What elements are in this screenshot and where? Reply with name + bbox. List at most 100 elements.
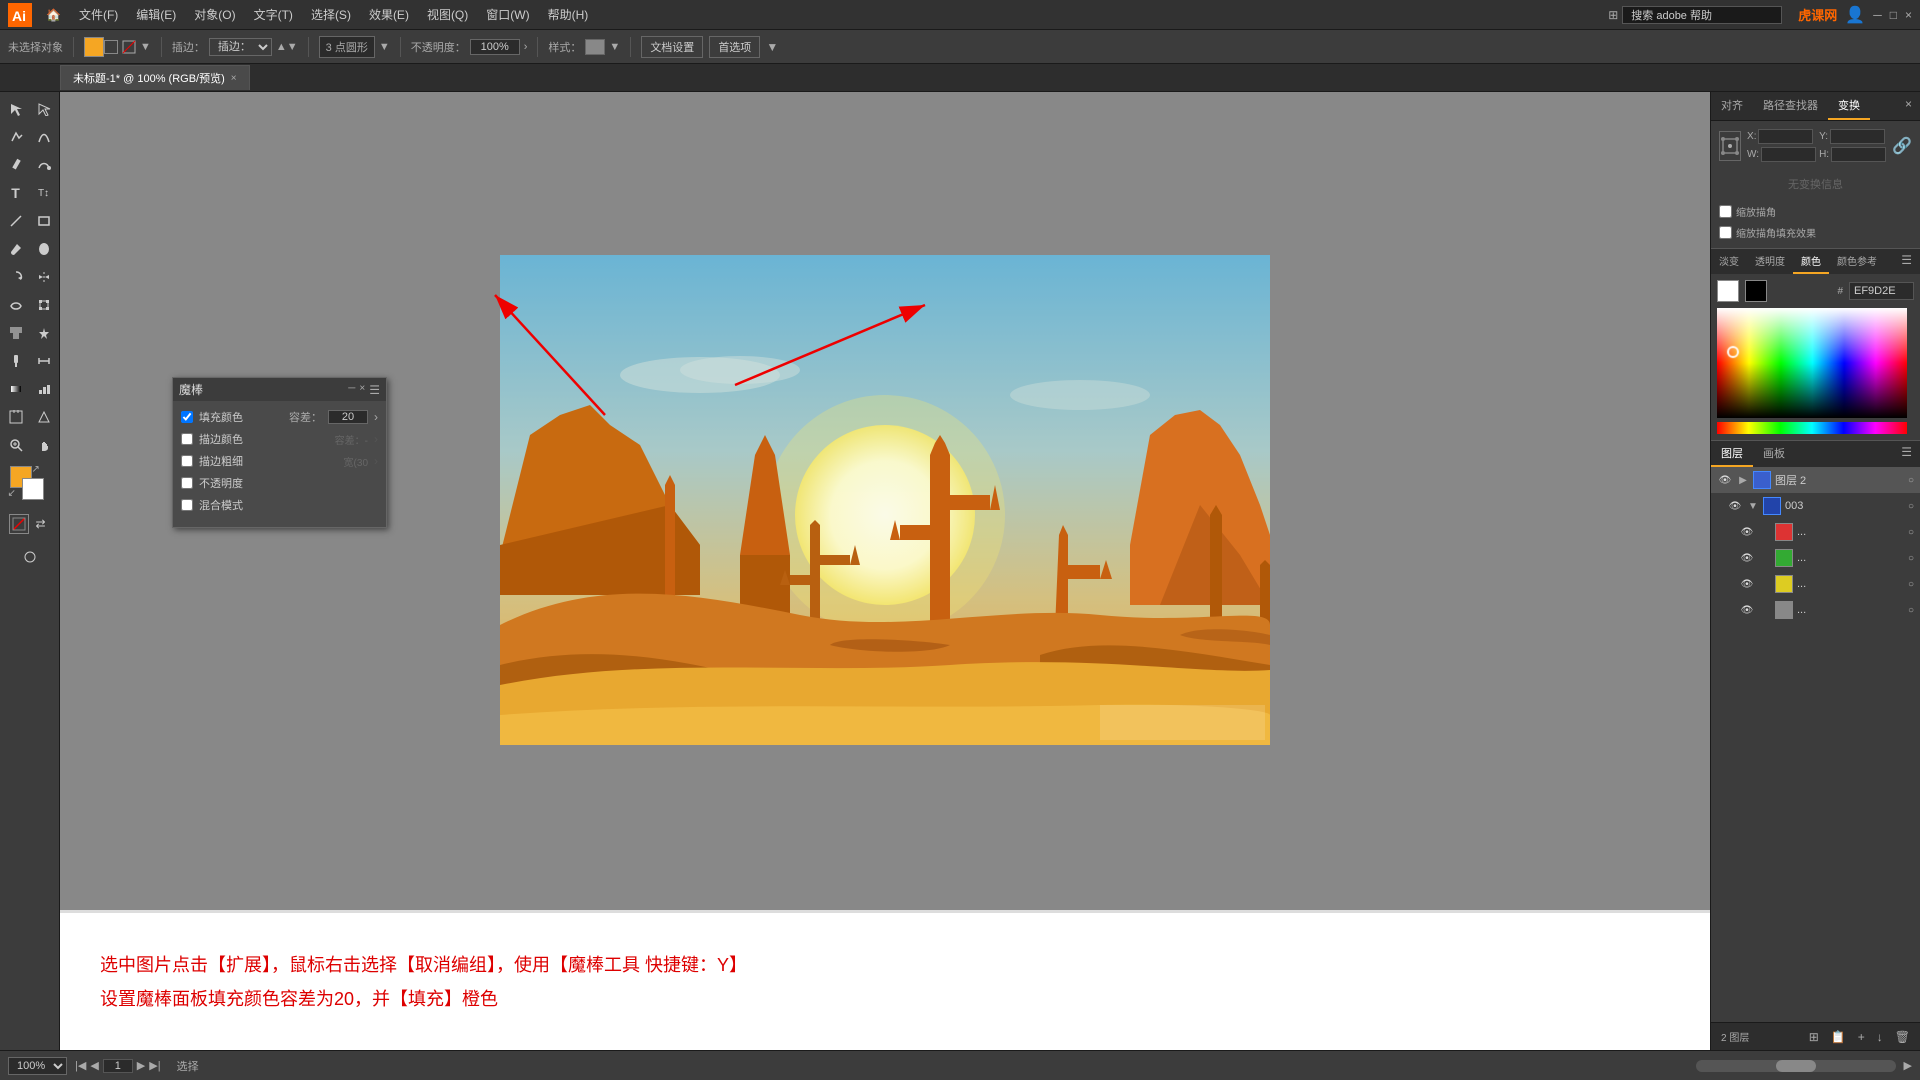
layer2-visibility-icon[interactable]: 👁: [1717, 472, 1733, 488]
shape-builder-tool[interactable]: [3, 320, 29, 346]
zoom-tool[interactable]: [3, 432, 29, 458]
stroke-tolerance-arrow[interactable]: ›: [374, 432, 378, 446]
fill-tolerance-input[interactable]: 20: [328, 410, 368, 424]
style-preview[interactable]: [585, 39, 605, 55]
measure-tool[interactable]: [31, 348, 57, 374]
layout-icon[interactable]: ⊞: [1608, 8, 1618, 22]
fill-color-checkbox[interactable]: [181, 411, 193, 423]
h-input[interactable]: [1831, 147, 1886, 162]
curvature-tool[interactable]: [31, 124, 57, 150]
layer003-lock-icon[interactable]: ○: [1908, 501, 1914, 512]
fill-color-box[interactable]: [84, 37, 104, 57]
black-swatch[interactable]: [1745, 280, 1767, 302]
panel-menu-icon[interactable]: ☰: [369, 383, 380, 397]
menu-object[interactable]: 对象(O): [186, 4, 243, 25]
doc-settings-button[interactable]: 文档设置: [641, 36, 703, 58]
color-panel-menu[interactable]: ☰: [1893, 249, 1920, 274]
tab-layers[interactable]: 图层: [1711, 441, 1753, 467]
smooth-tool[interactable]: [31, 152, 57, 178]
fill-tolerance-arrow[interactable]: ›: [374, 410, 378, 424]
yellow-layer-visibility[interactable]: 👁: [1739, 576, 1755, 592]
stroke-color-checkbox[interactable]: [181, 433, 193, 445]
pencil-tool[interactable]: [3, 152, 29, 178]
page-input[interactable]: 1: [103, 1059, 133, 1073]
tab-artboards[interactable]: 画板: [1753, 441, 1795, 467]
menu-window[interactable]: 窗口(W): [478, 4, 537, 25]
stroke-color-box[interactable]: [104, 40, 118, 54]
tab-color[interactable]: 颜色: [1793, 249, 1829, 274]
panel-minimize-icon[interactable]: ─: [348, 383, 355, 397]
menu-select[interactable]: 选择(S): [303, 4, 359, 25]
opacity-input[interactable]: 100%: [470, 39, 520, 55]
tab-gradient[interactable]: 淡变: [1711, 249, 1747, 274]
color-spectrum[interactable]: [1717, 308, 1907, 418]
hex-input[interactable]: EF9D2E: [1849, 282, 1914, 300]
menu-text[interactable]: 文字(T): [246, 4, 301, 25]
paintbrush-tool[interactable]: [3, 236, 29, 262]
scroll-right-icon[interactable]: ▶: [1904, 1059, 1912, 1072]
menu-view[interactable]: 视图(Q): [419, 4, 476, 25]
green-layer-visibility[interactable]: 👁: [1739, 550, 1755, 566]
prev-page-button[interactable]: |◀: [75, 1059, 86, 1072]
next-button[interactable]: ▶: [137, 1059, 145, 1072]
user-icon[interactable]: 👤: [1845, 5, 1865, 25]
layer003-visibility-icon[interactable]: 👁: [1727, 498, 1743, 514]
blend-mode-checkbox[interactable]: [181, 499, 193, 511]
red-layer-visibility[interactable]: 👁: [1739, 524, 1755, 540]
menu-home[interactable]: 🏠: [38, 6, 69, 24]
close-icon[interactable]: ×: [1905, 8, 1912, 22]
stroke-weight-checkbox[interactable]: [181, 455, 193, 467]
live-paint-tool[interactable]: [31, 320, 57, 346]
direct-selection-tool[interactable]: [31, 96, 57, 122]
w-input[interactable]: [1761, 147, 1816, 162]
bar-graph-tool[interactable]: [31, 376, 57, 402]
gradient-tool[interactable]: [3, 376, 29, 402]
none-fill-button[interactable]: [9, 514, 29, 534]
panel-close-icon[interactable]: ×: [359, 383, 365, 397]
stroke-weight-arrow[interactable]: ›: [374, 454, 378, 468]
document-tab[interactable]: 未标题-1* @ 100% (RGB/预览) ×: [60, 65, 250, 90]
delete-layer-button[interactable]: 🗑: [1891, 1028, 1914, 1046]
create-layer-button[interactable]: 📋: [1827, 1028, 1850, 1046]
vertical-type-tool[interactable]: T↕: [31, 180, 57, 206]
arrow-down-icon[interactable]: ▼: [140, 41, 151, 53]
new-layer-button[interactable]: +: [1854, 1028, 1869, 1046]
next-page-button[interactable]: ▶|: [149, 1059, 160, 1072]
tab-pathfinder[interactable]: 路径查找器: [1753, 92, 1828, 120]
type-tool[interactable]: T: [3, 180, 29, 206]
menu-file[interactable]: 文件(F): [71, 4, 126, 25]
layer-row-layer2[interactable]: 👁 ▶ 图层 2 ○: [1711, 467, 1920, 493]
move-to-layer-button[interactable]: ↓: [1873, 1028, 1887, 1046]
scale-effects-checkbox[interactable]: [1719, 226, 1732, 239]
prefs-arrow-icon[interactable]: ▼: [766, 40, 778, 54]
reflect-tool[interactable]: [31, 264, 57, 290]
horizontal-scrollbar[interactable]: [1696, 1060, 1896, 1072]
preferences-button[interactable]: 首选项: [709, 36, 760, 58]
swap-button[interactable]: ⇄: [31, 514, 51, 534]
style-arrow-icon[interactable]: ▼: [609, 41, 620, 53]
hand-tool[interactable]: [31, 432, 57, 458]
menu-help[interactable]: 帮助(H): [540, 4, 597, 25]
y-input[interactable]: [1830, 129, 1885, 144]
fill-type-select[interactable]: [122, 40, 136, 54]
maximize-icon[interactable]: □: [1890, 8, 1897, 22]
gray-layer-visibility[interactable]: 👁: [1739, 602, 1755, 618]
points-arrow-icon[interactable]: ▼: [379, 41, 390, 53]
default-colors-button[interactable]: ↙: [8, 488, 16, 499]
layer-row-003[interactable]: 👁 ▼ 003 ○: [1711, 493, 1920, 519]
fill-color-item[interactable]: ▼: [84, 37, 151, 57]
scrollbar-thumb[interactable]: [1776, 1060, 1816, 1072]
search-input[interactable]: [1622, 6, 1782, 24]
prev-button[interactable]: ◀: [90, 1059, 98, 1072]
eyedropper-tool[interactable]: [3, 348, 29, 374]
warp-tool[interactable]: [3, 292, 29, 318]
red-layer-lock[interactable]: ○: [1908, 527, 1914, 538]
layer-row-gray[interactable]: 👁 ... ○: [1711, 597, 1920, 623]
tab-transform[interactable]: 变换: [1828, 92, 1870, 120]
rotate-tool[interactable]: [3, 264, 29, 290]
scale-effects-label[interactable]: 缩放描角填充效果: [1719, 225, 1912, 240]
blob-brush-tool[interactable]: [31, 236, 57, 262]
rect-tool[interactable]: [31, 208, 57, 234]
pen-tool[interactable]: [3, 124, 29, 150]
menu-effect[interactable]: 效果(E): [361, 4, 417, 25]
